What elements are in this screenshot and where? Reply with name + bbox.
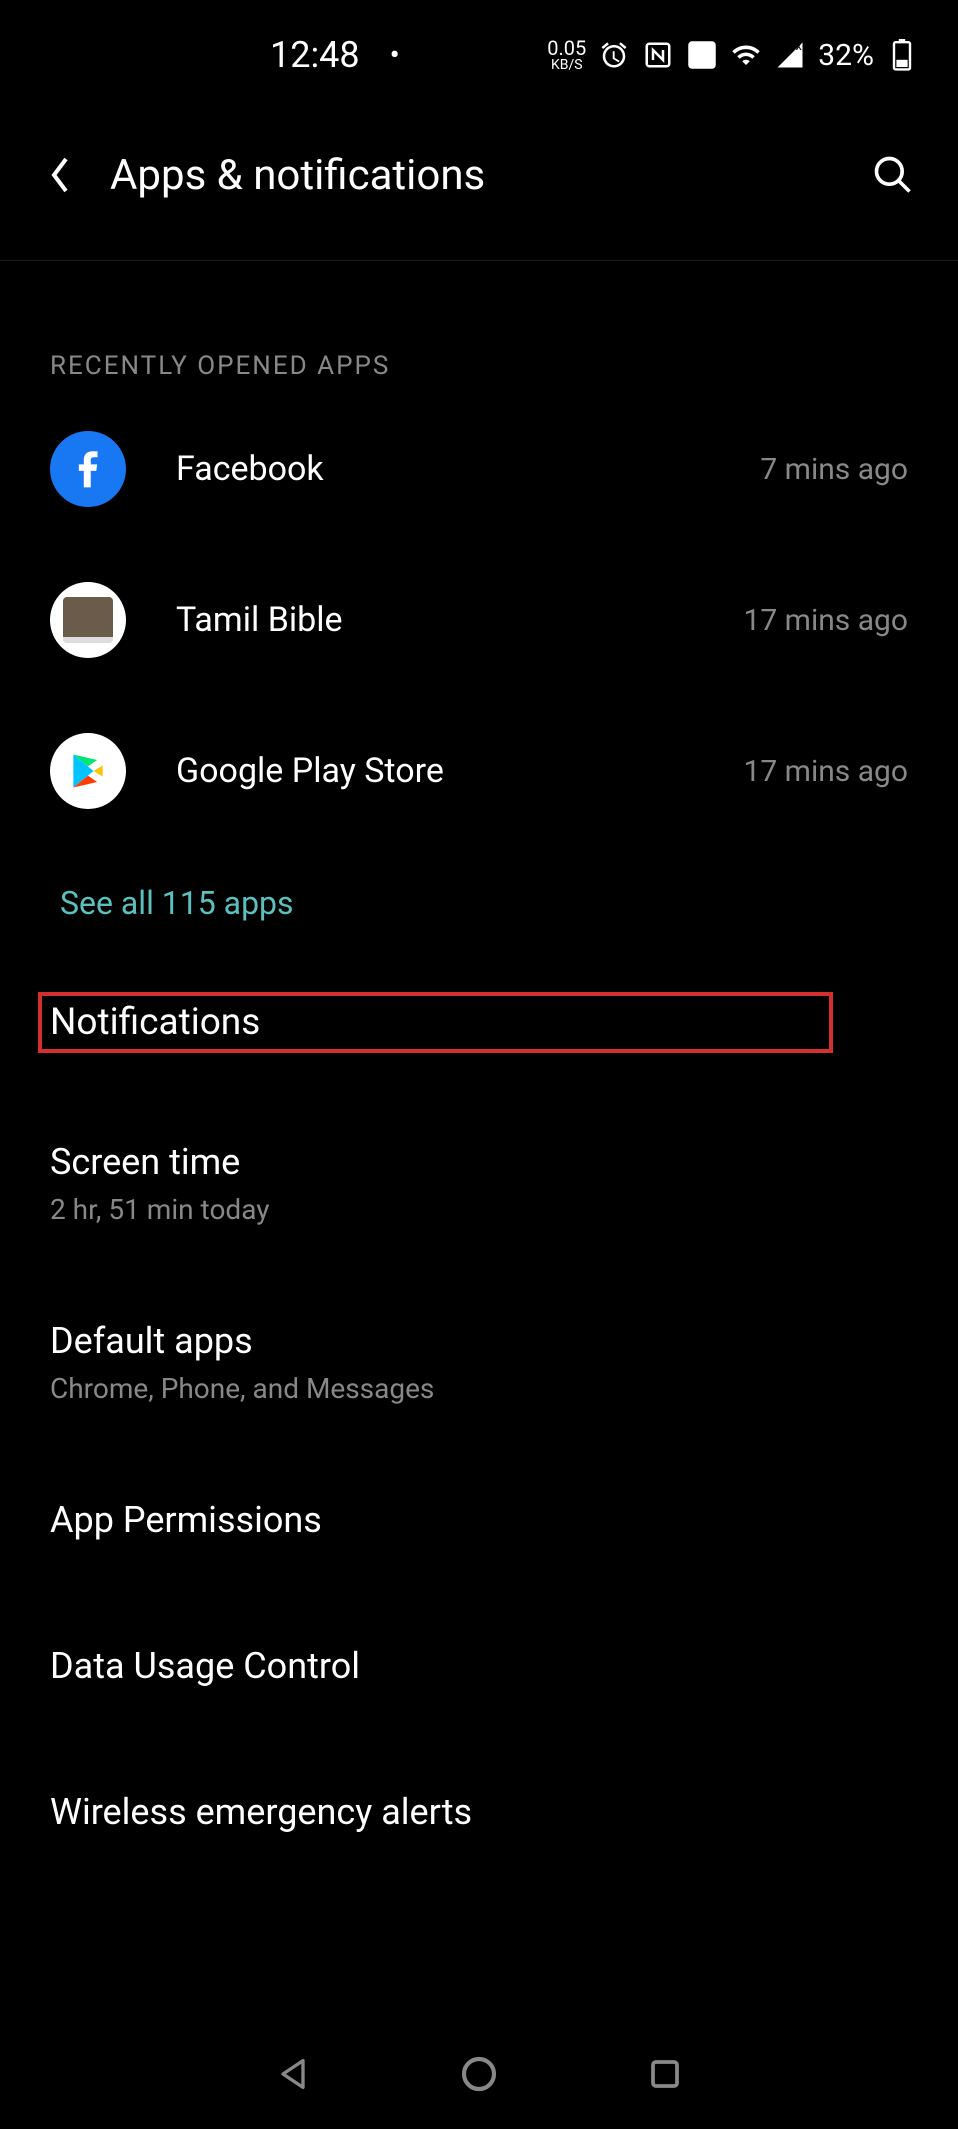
navigation-bar bbox=[0, 2049, 958, 2099]
nav-home-button[interactable] bbox=[454, 2049, 504, 2099]
wifi-icon bbox=[730, 39, 762, 71]
status-left: 12:48 • bbox=[270, 34, 400, 76]
setting-subtitle: Chrome, Phone, and Messages bbox=[50, 1372, 908, 1405]
battery-icon bbox=[886, 39, 918, 71]
content-area: RECENTLY OPENED APPS Facebook 7 mins ago… bbox=[0, 261, 958, 1871]
app-time: 7 mins ago bbox=[760, 452, 908, 487]
status-time: 12:48 bbox=[270, 34, 360, 76]
page-header: Apps & notifications bbox=[0, 90, 958, 261]
nav-recent-button[interactable] bbox=[640, 2049, 690, 2099]
app-name: Tamil Bible bbox=[176, 600, 693, 640]
back-button[interactable] bbox=[40, 155, 80, 195]
nfc-icon bbox=[642, 39, 674, 71]
setting-default-apps[interactable]: Default apps Chrome, Phone, and Messages bbox=[50, 1292, 908, 1433]
facebook-icon bbox=[50, 431, 126, 507]
nav-recent-icon bbox=[647, 2056, 683, 2092]
recent-app-tamil-bible[interactable]: Tamil Bible 17 mins ago bbox=[50, 582, 908, 658]
setting-title: Notifications bbox=[50, 1001, 821, 1044]
svg-text:x: x bbox=[796, 40, 802, 54]
volte-icon: VoLTE bbox=[686, 39, 718, 71]
setting-title: Wireless emergency alerts bbox=[50, 1791, 908, 1833]
setting-wireless-emergency-alerts[interactable]: Wireless emergency alerts bbox=[50, 1763, 908, 1871]
chevron-left-icon bbox=[48, 155, 72, 195]
setting-title: Screen time bbox=[50, 1141, 908, 1183]
app-name: Google Play Store bbox=[176, 751, 693, 791]
alarm-icon bbox=[598, 39, 630, 71]
setting-title: Data Usage Control bbox=[50, 1645, 908, 1687]
net-speed-unit: KB/S bbox=[551, 58, 583, 72]
see-all-apps-link[interactable]: See all 115 apps bbox=[50, 884, 908, 922]
setting-notifications[interactable]: Notifications bbox=[38, 992, 833, 1053]
tamil-bible-icon bbox=[50, 582, 126, 658]
nav-back-icon bbox=[273, 2054, 313, 2094]
setting-data-usage[interactable]: Data Usage Control bbox=[50, 1617, 908, 1725]
app-time: 17 mins ago bbox=[743, 603, 908, 638]
setting-screen-time[interactable]: Screen time 2 hr, 51 min today bbox=[50, 1113, 908, 1254]
page-title: Apps & notifications bbox=[110, 151, 838, 200]
app-time: 17 mins ago bbox=[743, 754, 908, 789]
section-label-recent-apps: RECENTLY OPENED APPS bbox=[50, 351, 908, 381]
setting-title: App Permissions bbox=[50, 1499, 908, 1541]
book-icon bbox=[63, 597, 113, 643]
setting-subtitle: 2 hr, 51 min today bbox=[50, 1193, 908, 1226]
svg-text:LTE: LTE bbox=[694, 56, 710, 67]
search-button[interactable] bbox=[868, 150, 918, 200]
status-dot-icon: • bbox=[390, 38, 400, 73]
google-play-icon bbox=[50, 733, 126, 809]
app-name: Facebook bbox=[176, 449, 710, 489]
search-icon bbox=[871, 153, 915, 197]
setting-app-permissions[interactable]: App Permissions bbox=[50, 1471, 908, 1579]
net-speed-indicator: 0.05 KB/S bbox=[547, 38, 586, 72]
nav-home-icon bbox=[459, 2054, 499, 2094]
nav-back-button[interactable] bbox=[268, 2049, 318, 2099]
net-speed-value: 0.05 bbox=[547, 38, 586, 58]
setting-title: Default apps bbox=[50, 1320, 908, 1362]
signal-icon: x bbox=[774, 39, 806, 71]
status-bar: 12:48 • 0.05 KB/S VoLTE x 32% bbox=[0, 0, 958, 90]
battery-percentage: 32% bbox=[818, 38, 874, 73]
recent-app-facebook[interactable]: Facebook 7 mins ago bbox=[50, 431, 908, 507]
status-right: 0.05 KB/S VoLTE x 32% bbox=[547, 38, 918, 73]
recent-app-google-play[interactable]: Google Play Store 17 mins ago bbox=[50, 733, 908, 809]
